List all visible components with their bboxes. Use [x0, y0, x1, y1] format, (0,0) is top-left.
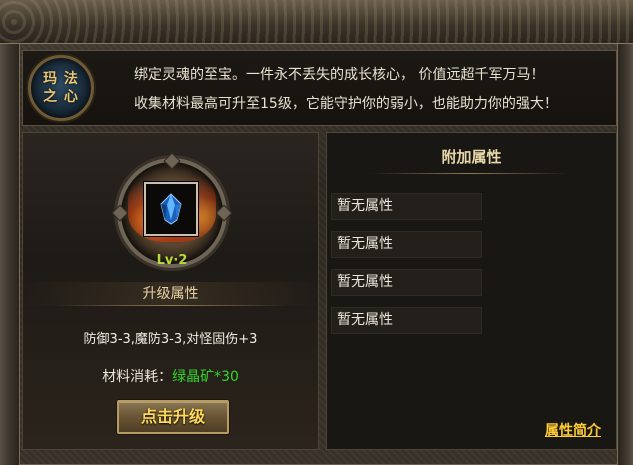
attribute-info-link[interactable]: 属性简介	[545, 420, 601, 440]
blue-crystal-icon	[160, 193, 182, 225]
item-level: Lv·2	[156, 253, 188, 268]
material-cost: 材料消耗：绿晶矿*30	[22, 366, 319, 386]
upgrade-attributes-title: 升级属性	[22, 282, 319, 306]
mafa-heart-emblem: 玛 法 之 心	[28, 55, 94, 121]
frame-left-border	[0, 44, 20, 465]
emblem-logo-text: 玛 法 之 心	[31, 70, 91, 106]
description-banner	[22, 50, 617, 126]
frame-right-border	[617, 44, 633, 465]
item-slot[interactable]	[144, 182, 198, 236]
extra-attributes-divider	[370, 173, 570, 174]
section-divider	[55, 305, 287, 306]
cost-value: 绿晶矿*30	[172, 369, 239, 385]
upgrade-stats: 防御3-3,魔防3-3,对怪固伤+3	[83, 332, 258, 347]
attribute-row: 暂无属性	[331, 231, 482, 258]
emblem-line-1: 玛 法	[43, 71, 79, 87]
extra-attributes-title: 附加属性	[441, 148, 502, 166]
attribute-row: 暂无属性	[331, 193, 482, 220]
frame-top-ornament	[0, 0, 633, 44]
attribute-row: 暂无属性	[331, 307, 482, 334]
banner-description-line-2: 收集材料最高可升至15级，它能守护你的弱小，也能助力你的强大！	[134, 96, 558, 112]
upgrade-button[interactable]: 点击升级	[117, 400, 229, 434]
banner-description-line-1: 绑定灵魂的至宝。一件永不丢失的成长核心， 价值远超千军万马！	[134, 67, 545, 83]
cost-label: 材料消耗：	[102, 369, 173, 385]
attribute-row: 暂无属性	[331, 269, 482, 296]
emblem-line-2: 之 心	[43, 89, 79, 105]
